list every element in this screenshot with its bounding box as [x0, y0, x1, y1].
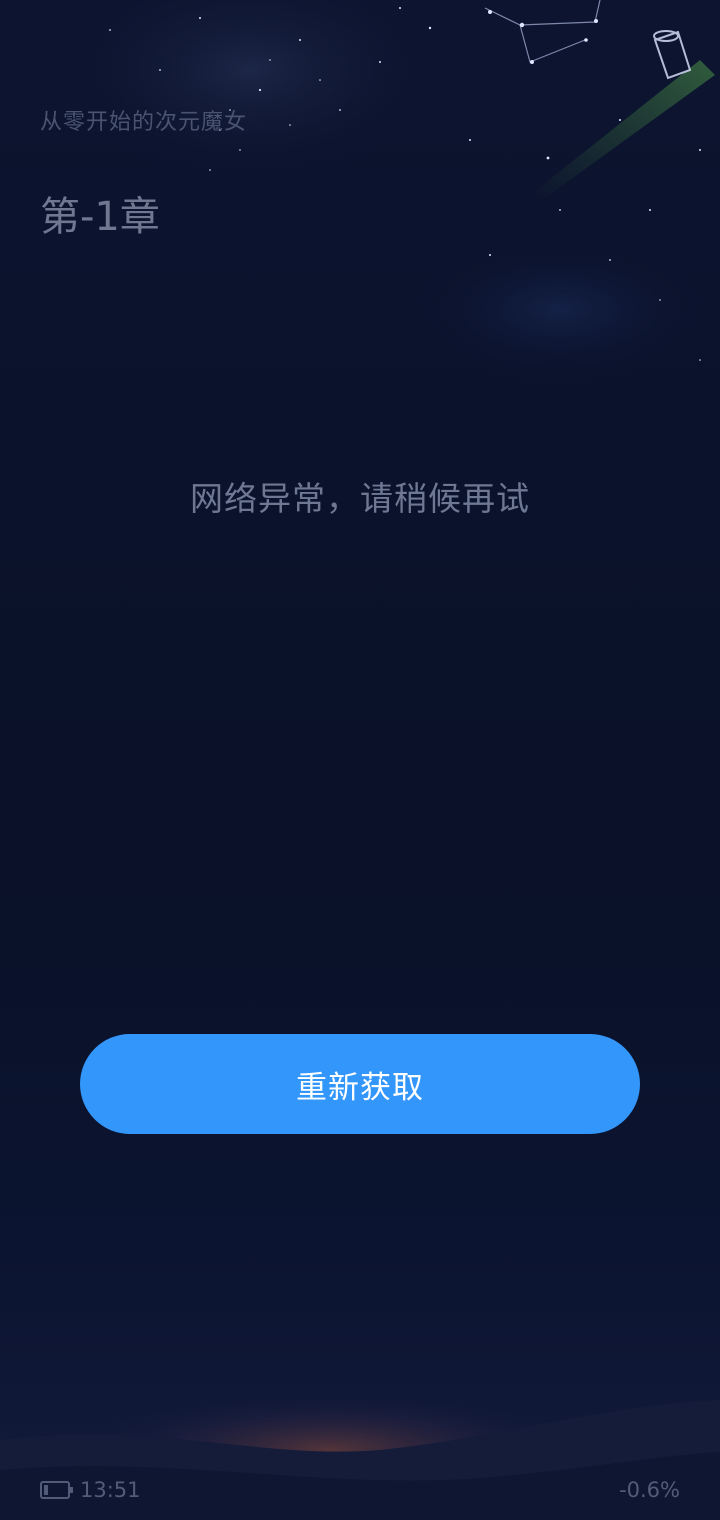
reader-page: 从零开始的次元魔女 第-1章 网络异常，请稍候再试 重新获取 13:51 -0.…	[0, 0, 720, 1520]
network-error-message: 网络异常，请稍候再试	[190, 479, 530, 518]
reader-status-bar: 13:51 -0.6%	[0, 1460, 720, 1520]
battery-icon	[40, 1481, 73, 1499]
clock-time: 13:51	[80, 1478, 141, 1502]
reading-progress: -0.6%	[619, 1478, 680, 1502]
chapter-title: 第-1章	[40, 194, 160, 240]
retry-button[interactable]: 重新获取	[80, 1034, 640, 1134]
book-title: 从零开始的次元魔女	[40, 110, 248, 135]
